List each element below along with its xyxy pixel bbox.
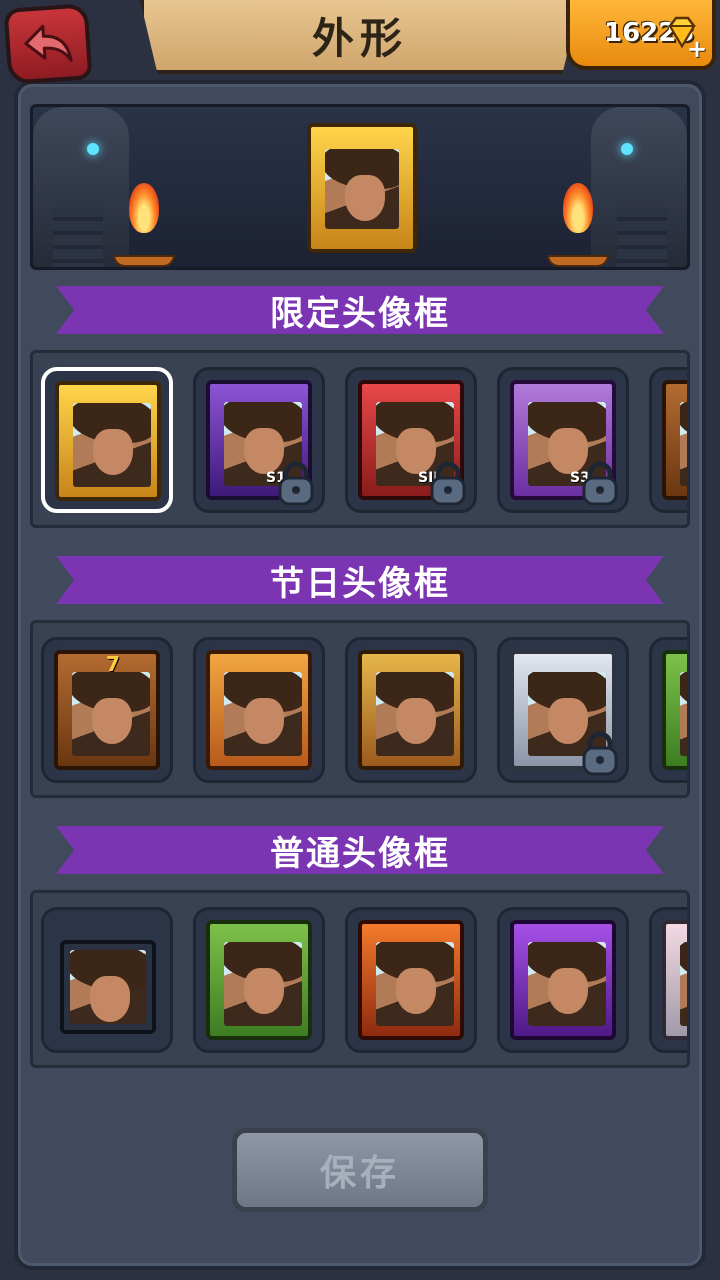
right-brazier [547, 255, 609, 267]
avatar-portrait [224, 672, 302, 756]
avatar-portrait [73, 403, 151, 487]
avatar-portrait [680, 942, 687, 1026]
section-title: 限定头像框 [270, 293, 450, 334]
frame-slot-vine[interactable] [193, 907, 325, 1053]
vine-frame [206, 920, 312, 1040]
avatar-portrait [224, 942, 302, 1026]
frame-slot-amethyst[interactable] [497, 907, 629, 1053]
right-flame-icon [563, 183, 593, 233]
section-header-holiday: 节日头像框 [56, 556, 664, 604]
lock-icon [582, 461, 618, 506]
back-button[interactable] [3, 3, 93, 85]
section-title: 普通头像框 [270, 833, 450, 874]
frame-slot-christmas[interactable] [649, 637, 687, 783]
holiday-frames-row[interactable]: 7 [30, 620, 690, 798]
dog-lantern-frame [206, 650, 312, 770]
feather-frame [662, 380, 687, 500]
lucky-seven-badge: 7 [106, 652, 120, 676]
frame-slot-plain[interactable] [41, 907, 173, 1053]
avatar-portrait [528, 942, 606, 1026]
avatar-portrait [680, 672, 687, 756]
avatar-portrait [376, 672, 454, 756]
section-header-normal: 普通头像框 [56, 826, 664, 874]
statue-eye [87, 143, 99, 155]
lucky-seven-frame: 7 [54, 650, 160, 770]
sakura-frame [662, 920, 687, 1040]
frame-slot-fire[interactable] [345, 907, 477, 1053]
frame-slot-red-horned[interactable]: SII [345, 367, 477, 513]
section-title: 节日头像框 [270, 563, 450, 604]
christmas-frame [662, 650, 687, 770]
lock-icon [430, 461, 466, 506]
save-button[interactable]: 保存 [232, 1128, 488, 1212]
avatar-portrait [325, 149, 399, 229]
frame-slot-dog-lantern[interactable] [193, 637, 325, 783]
golden-frame [55, 381, 161, 501]
frame-slot-feather[interactable] [649, 367, 687, 513]
add-gems-icon[interactable]: + [686, 37, 708, 61]
save-button-label: 保存 [319, 1153, 400, 1194]
fire-frame [358, 920, 464, 1040]
back-arrow-icon [24, 24, 73, 62]
left-brazier [113, 255, 175, 267]
goat-frame [358, 650, 464, 770]
avatar-portrait [376, 942, 454, 1026]
avatar-portrait [70, 950, 146, 1024]
left-flame-icon [129, 183, 159, 233]
frame-slot-golden[interactable] [41, 367, 173, 513]
preview-area [30, 104, 690, 270]
plain-frame [60, 940, 156, 1034]
avatar-portrait [680, 402, 687, 486]
frame-slot-sakura[interactable] [649, 907, 687, 1053]
page-title: 外形 [311, 13, 408, 63]
statue-eye [621, 143, 633, 155]
lock-icon [278, 461, 314, 506]
gem-counter[interactable]: 16223 + [566, 0, 716, 70]
left-pillar [53, 207, 103, 267]
right-pillar [617, 207, 667, 267]
section-header-limited: 限定头像框 [56, 286, 664, 334]
frame-slot-lucky-seven[interactable]: 7 [41, 637, 173, 783]
lock-icon [582, 731, 618, 776]
title-banner: 外形 [140, 0, 580, 74]
normal-frames-row[interactable] [30, 890, 690, 1068]
frame-slot-bunny[interactable] [497, 637, 629, 783]
preview-avatar-frame [307, 123, 417, 253]
frame-slot-purple-winged[interactable]: S1 [193, 367, 325, 513]
frame-slot-goat[interactable] [345, 637, 477, 783]
limited-frames-row[interactable]: S1 SII S3 [30, 350, 690, 528]
frame-slot-violet-chest[interactable]: S3 [497, 367, 629, 513]
avatar-portrait [72, 672, 150, 756]
amethyst-frame [510, 920, 616, 1040]
